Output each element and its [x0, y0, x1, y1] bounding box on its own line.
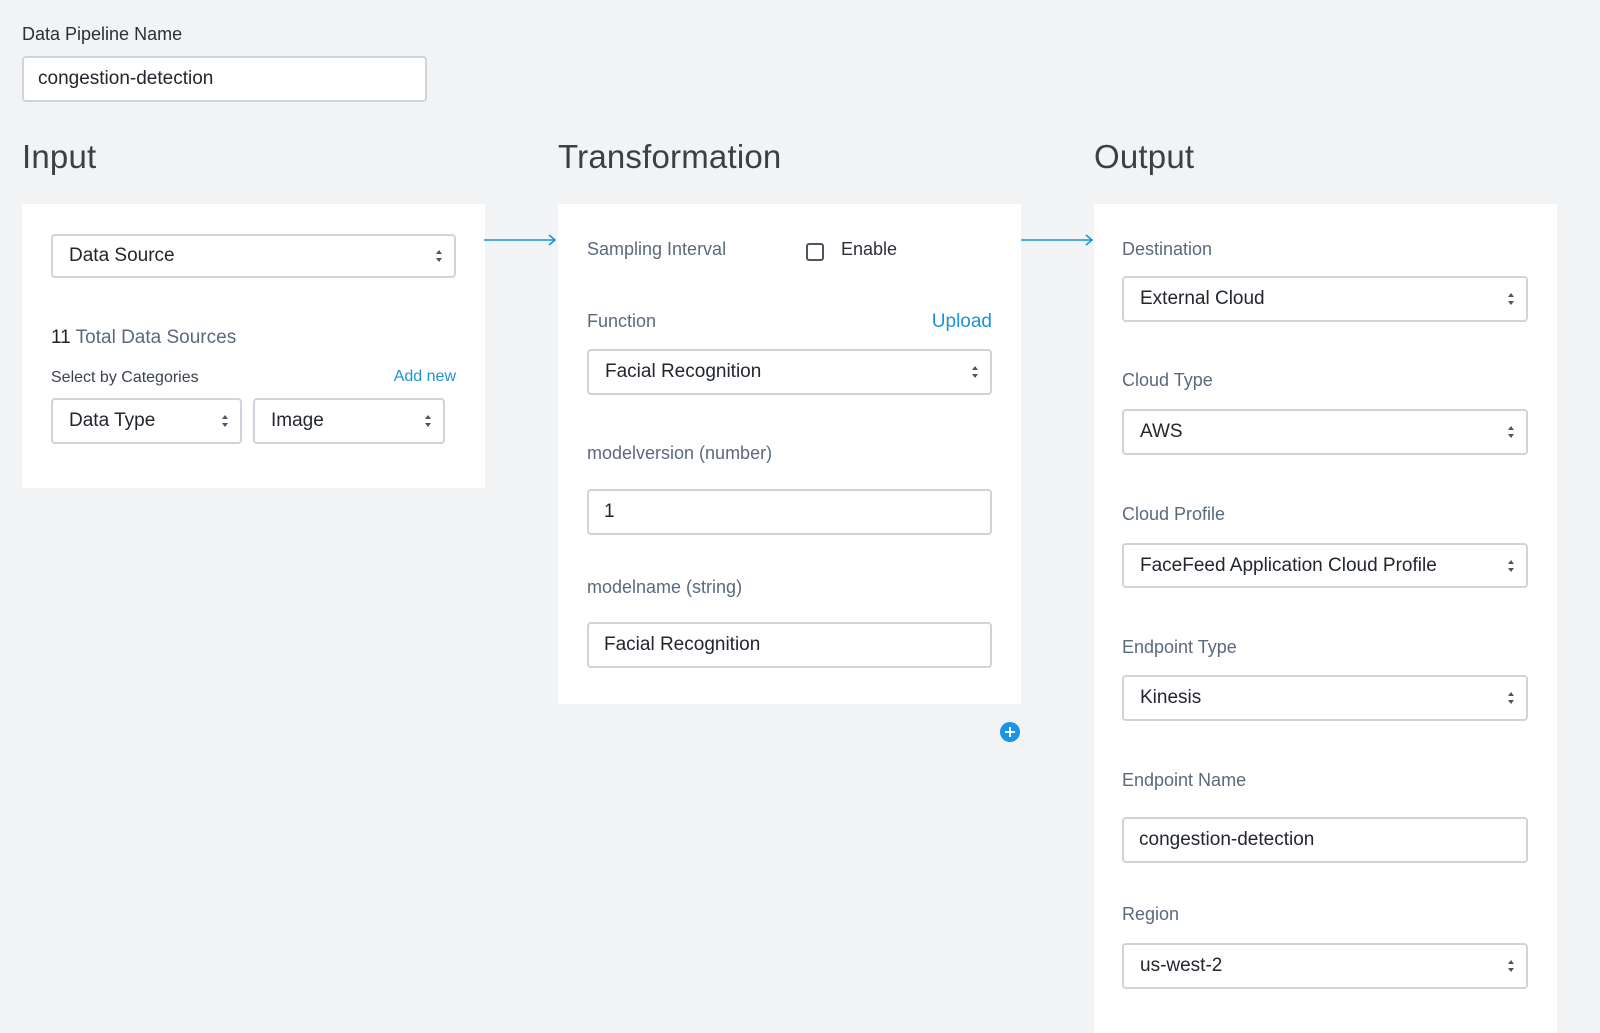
arrow-right-icon [484, 234, 557, 246]
endpoint-type-select-value: Kinesis [1140, 687, 1202, 708]
cloud-profile-select[interactable]: FaceFeed Application Cloud Profile [1122, 543, 1528, 588]
region-select[interactable]: us-west-2 [1122, 943, 1528, 989]
pipeline-name-value: congestion-detection [38, 68, 214, 89]
select-caret-icon [1508, 559, 1516, 573]
select-caret-icon [222, 414, 230, 428]
cloud-profile-label: Cloud Profile [1122, 504, 1226, 524]
cloud-type-label: Cloud Type [1122, 370, 1213, 390]
destination-select-value: External Cloud [1140, 288, 1265, 309]
input-section-title: Input [22, 138, 97, 175]
enable-checkbox[interactable] [806, 243, 824, 261]
modelname-input[interactable]: Facial Recognition [587, 622, 992, 668]
category-value-select-value: Image [271, 410, 324, 431]
plus-circle-icon[interactable] [1000, 722, 1020, 742]
add-new-link[interactable]: Add new [394, 368, 456, 386]
endpoint-name-value: congestion-detection [1139, 829, 1315, 850]
destination-select[interactable]: External Cloud [1122, 276, 1528, 322]
function-label: Function [587, 311, 657, 331]
region-label: Region [1122, 904, 1180, 924]
category-key-select[interactable]: Data Type [51, 398, 242, 444]
select-caret-icon [972, 365, 980, 379]
select-by-categories-label: Select by Categories [51, 369, 199, 386]
select-caret-icon [1508, 425, 1516, 439]
transformation-section-title: Transformation [558, 138, 782, 175]
endpoint-type-label: Endpoint Type [1122, 637, 1237, 657]
cloud-profile-select-value: FaceFeed Application Cloud Profile [1140, 554, 1437, 576]
total-data-sources-count: 11 [51, 327, 71, 348]
modelversion-input[interactable]: 1 [587, 489, 992, 535]
function-select-value: Facial Recognition [605, 361, 762, 382]
region-select-value: us-west-2 [1140, 955, 1223, 976]
modelversion-label: modelversion (number) [587, 443, 773, 463]
function-select[interactable]: Facial Recognition [587, 349, 992, 395]
select-caret-icon [1508, 959, 1516, 973]
modelversion-value: 1 [604, 501, 615, 522]
select-caret-icon [1508, 292, 1516, 306]
select-caret-icon [436, 249, 444, 263]
pipeline-name-input[interactable]: congestion-detection [22, 56, 427, 102]
modelname-value: Facial Recognition [604, 634, 761, 655]
cloud-type-select-value: AWS [1140, 421, 1183, 442]
pipeline-name-label: Data Pipeline Name [22, 24, 183, 44]
sampling-interval-label: Sampling Interval [587, 239, 727, 259]
cloud-type-select[interactable]: AWS [1122, 409, 1528, 455]
select-caret-icon [1508, 691, 1516, 705]
select-caret-icon [425, 414, 433, 428]
destination-label: Destination [1122, 239, 1213, 259]
upload-link[interactable]: Upload [932, 311, 992, 333]
arrow-right-icon [1021, 234, 1094, 246]
endpoint-type-select[interactable]: Kinesis [1122, 675, 1528, 721]
endpoint-name-label: Endpoint Name [1122, 770, 1247, 790]
enable-label: Enable [841, 239, 898, 259]
total-data-sources-label: Total Data Sources [75, 327, 237, 348]
category-value-select[interactable]: Image [253, 398, 445, 444]
output-section-title: Output [1094, 138, 1195, 175]
endpoint-name-input[interactable]: congestion-detection [1122, 817, 1528, 863]
modelname-label: modelname (string) [587, 577, 743, 597]
data-source-select-value: Data Source [69, 245, 175, 266]
data-source-select[interactable]: Data Source [51, 234, 456, 278]
category-key-select-value: Data Type [69, 410, 156, 431]
total-data-sources: 11 Total Data Sources [51, 327, 236, 349]
